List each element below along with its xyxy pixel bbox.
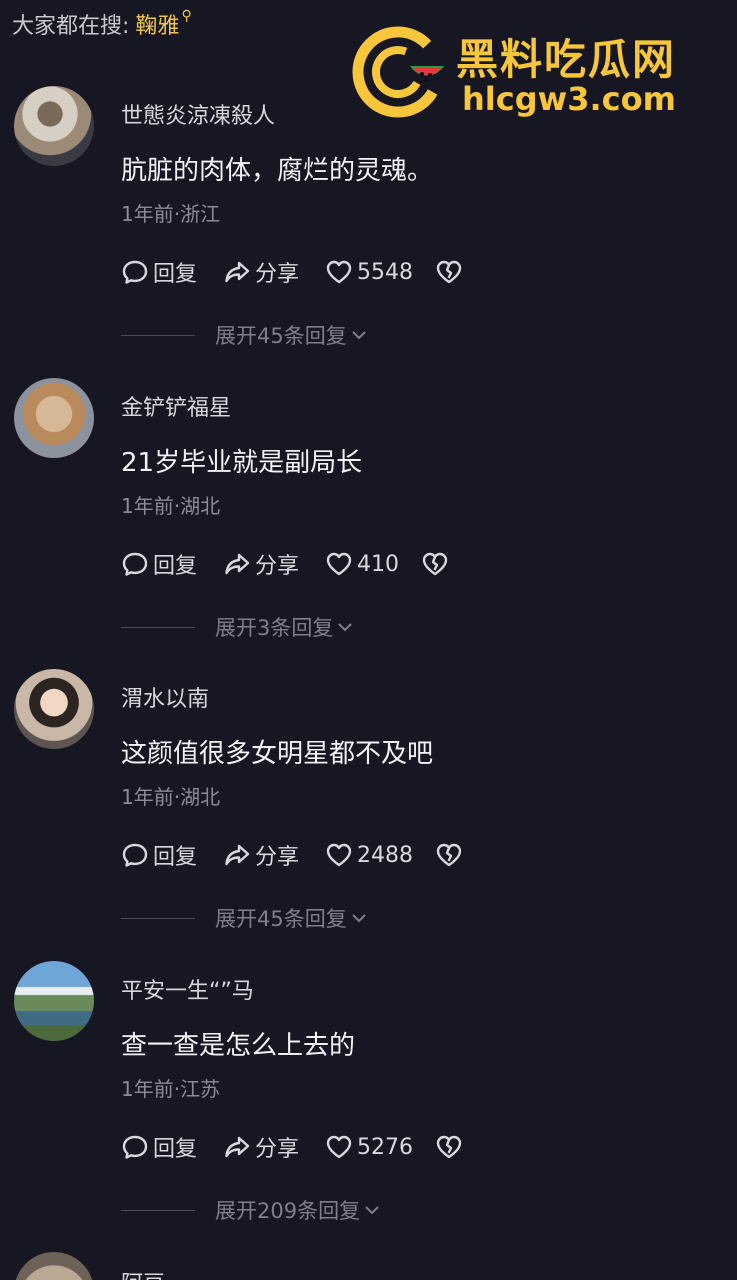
avatar[interactable]	[14, 961, 94, 1041]
expand-replies-label: 展开3条回复	[215, 616, 334, 640]
share-button[interactable]: 分享	[223, 839, 299, 871]
like-count: 5548	[357, 259, 414, 285]
comment-username[interactable]: 渭水以南	[121, 681, 209, 713]
comment-username[interactable]: 平安一生“”马	[121, 973, 254, 1005]
expand-replies-button[interactable]: 展开45条回复	[121, 320, 369, 350]
divider-line	[121, 334, 195, 336]
expand-replies-button[interactable]: 展开3条回复	[121, 612, 355, 642]
comment-text: 这颜值很多女明星都不及吧	[121, 739, 434, 769]
comment-bubble-icon	[122, 843, 148, 867]
like-button[interactable]: 2488	[325, 841, 413, 869]
comment-bubble-icon	[122, 552, 148, 576]
reply-button[interactable]: 回复	[121, 839, 197, 871]
dislike-button[interactable]	[421, 550, 449, 578]
share-arrow-icon	[225, 553, 250, 575]
comment-meta: 1年前·湖北	[121, 494, 221, 518]
dislike-button[interactable]	[435, 841, 463, 869]
comment-meta: 1年前·湖北	[121, 785, 221, 809]
comment-text: 查一查是怎么上去的	[121, 1031, 356, 1061]
comment-text: 肮脏的肉体，腐烂的灵魂。	[121, 156, 434, 186]
reply-label: 回复	[153, 262, 198, 287]
share-label: 分享	[255, 845, 300, 870]
reply-label: 回复	[153, 1137, 198, 1162]
chevron-down-icon	[352, 331, 366, 340]
search-suggestion[interactable]: 大家都在搜: 鞠雅 ⚲	[12, 6, 192, 42]
dislike-button[interactable]	[435, 258, 463, 286]
heart-icon	[326, 843, 352, 867]
chevron-down-icon	[365, 1206, 379, 1215]
dislike-button[interactable]	[435, 1133, 463, 1161]
avatar[interactable]	[14, 1252, 94, 1280]
heart-icon	[326, 260, 352, 284]
comment-username[interactable]: 金铲铲福星	[121, 390, 231, 422]
search-suggestion-prefix: 大家都在搜:	[12, 14, 130, 39]
share-arrow-icon	[225, 1136, 250, 1158]
search-icon: ⚲	[181, 8, 192, 24]
comment-item: 世態炎涼凍殺人 肮脏的肉体，腐烂的灵魂。 1年前·浙江 回复 分享 5548 展…	[0, 86, 737, 376]
avatar[interactable]	[14, 669, 94, 749]
heart-icon	[326, 552, 352, 576]
heart-icon	[326, 1135, 352, 1159]
expand-replies-button[interactable]: 展开45条回复	[121, 903, 369, 933]
reply-button[interactable]: 回复	[121, 548, 197, 580]
divider-line	[121, 1209, 195, 1211]
comment-bubble-icon	[122, 260, 148, 284]
avatar[interactable]	[14, 378, 94, 458]
like-button[interactable]: 410	[325, 550, 399, 578]
like-button[interactable]: 5276	[325, 1133, 413, 1161]
comment-meta: 1年前·江苏	[121, 1077, 221, 1101]
like-count: 410	[357, 551, 400, 577]
share-button[interactable]: 分享	[223, 256, 299, 288]
expand-replies-label: 展开45条回复	[215, 907, 347, 931]
comment-actions: 回复 分享 410	[121, 548, 475, 580]
search-suggestion-term[interactable]: 鞠雅	[135, 8, 179, 40]
share-button[interactable]: 分享	[223, 1131, 299, 1163]
divider-line	[121, 626, 195, 628]
expand-replies-label: 展开45条回复	[215, 324, 347, 348]
share-arrow-icon	[225, 844, 250, 866]
comment-username[interactable]: 阿豆	[121, 1266, 165, 1280]
broken-heart-icon	[422, 552, 448, 576]
share-button[interactable]: 分享	[223, 548, 299, 580]
comment-actions: 回复 分享 5276	[121, 1131, 489, 1163]
reply-label: 回复	[153, 845, 198, 870]
comment-actions: 回复 分享 2488	[121, 839, 489, 871]
share-label: 分享	[255, 262, 300, 287]
chevron-down-icon	[338, 623, 353, 632]
reply-label: 回复	[153, 554, 198, 579]
watermark-title: 黑料吃瓜网	[456, 35, 677, 84]
comment-text: 21岁毕业就是副局长	[121, 448, 363, 478]
broken-heart-icon	[436, 1135, 462, 1159]
comment-bubble-icon	[122, 1135, 148, 1159]
expand-replies-button[interactable]: 展开209条回复	[121, 1195, 382, 1225]
comment-actions: 回复 分享 5548	[121, 256, 489, 288]
broken-heart-icon	[436, 843, 462, 867]
comment-meta: 1年前·浙江	[121, 202, 221, 226]
reply-button[interactable]: 回复	[121, 256, 197, 288]
share-label: 分享	[255, 554, 300, 579]
comment-item: 渭水以南 这颜值很多女明星都不及吧 1年前·湖北 回复 分享 2488 展开45…	[0, 669, 737, 959]
comment-item: 平安一生“”马 查一查是怎么上去的 1年前·江苏 回复 分享 5276 展开20…	[0, 961, 737, 1251]
avatar[interactable]	[14, 86, 94, 166]
like-count: 2488	[357, 842, 414, 868]
like-count: 5276	[357, 1134, 414, 1160]
like-button[interactable]: 5548	[325, 258, 413, 286]
comment-item: 金铲铲福星 21岁毕业就是副局长 1年前·湖北 回复 分享 410 展开3条回复	[0, 378, 737, 668]
expand-replies-label: 展开209条回复	[215, 1199, 361, 1223]
comment-item: 阿豆	[0, 1252, 737, 1280]
broken-heart-icon	[436, 260, 462, 284]
comment-username[interactable]: 世態炎涼凍殺人	[121, 98, 275, 130]
chevron-down-icon	[352, 914, 366, 923]
share-label: 分享	[255, 1137, 300, 1162]
reply-button[interactable]: 回复	[121, 1131, 197, 1163]
divider-line	[121, 917, 195, 919]
share-arrow-icon	[225, 261, 250, 283]
